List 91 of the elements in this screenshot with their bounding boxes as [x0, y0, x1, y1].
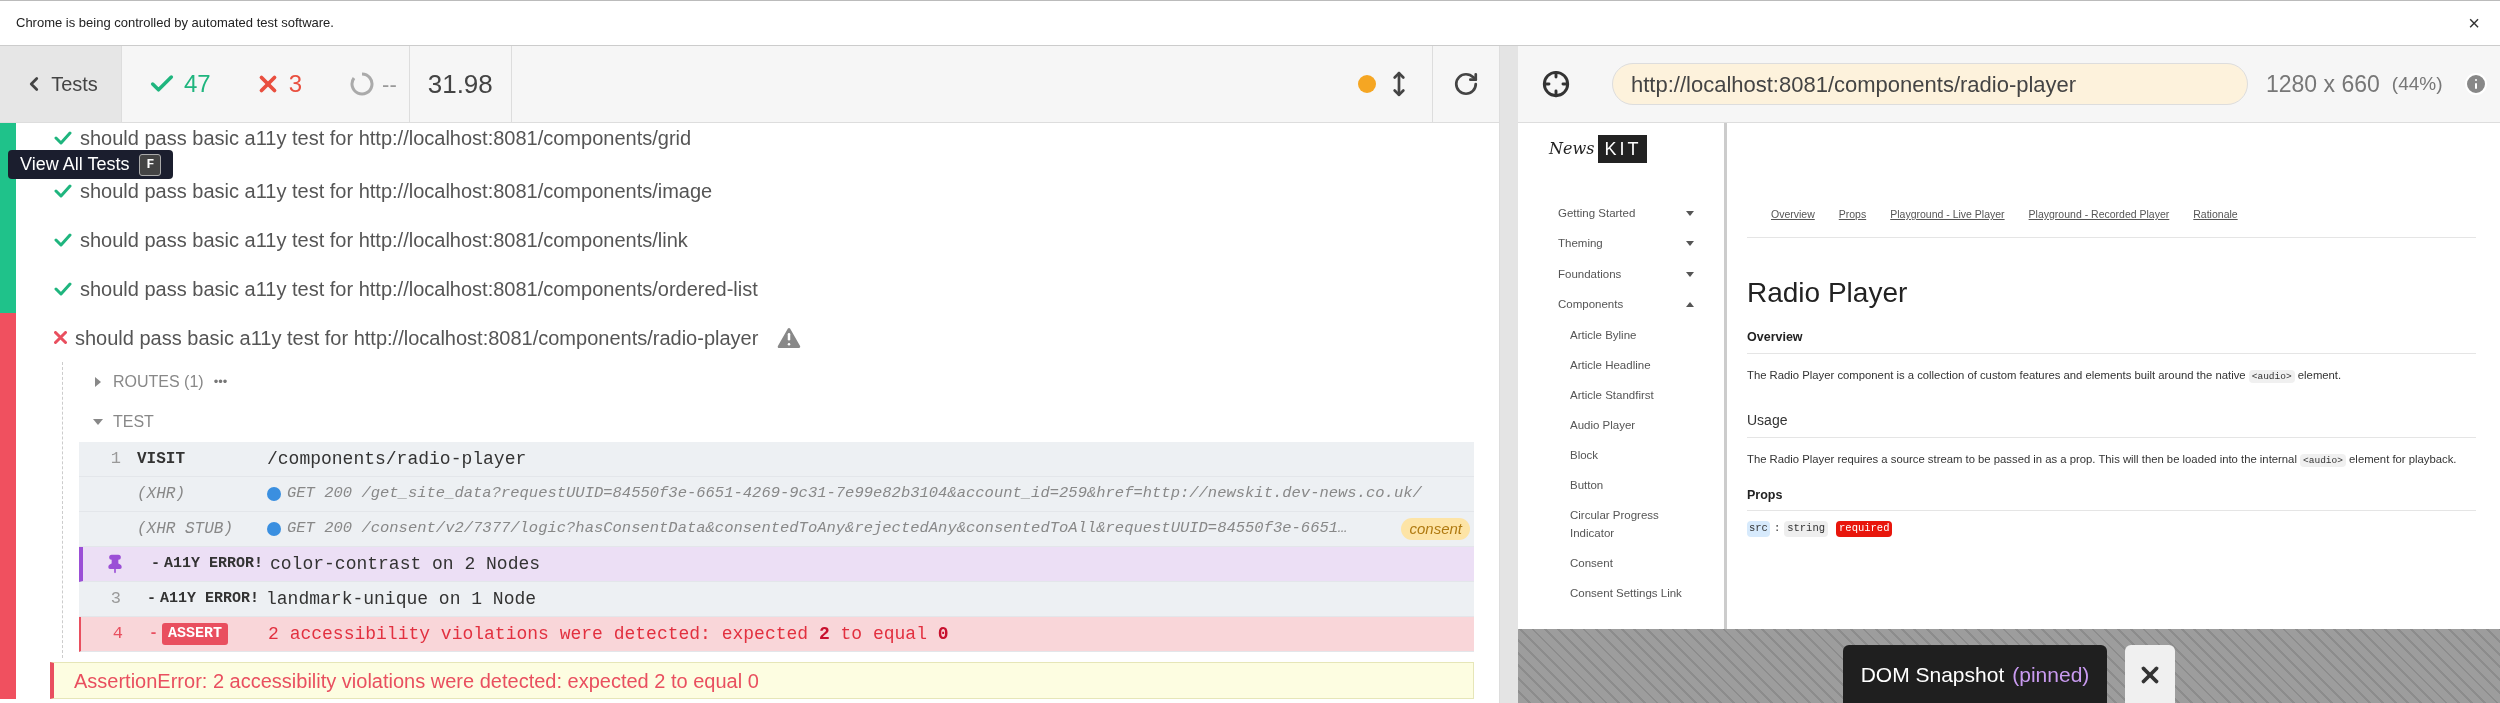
command-row[interactable]: 3 - A11Y ERROR! landmark-unique on 1 Node — [79, 582, 1474, 617]
command-message: GET 200 /consent/v2/7377/logic?hasConsentData&consentedToAny&rejectedAny&consentedToAll&requestUUID=84550f3e-6651… — [287, 518, 1348, 540]
passed-count: 47 — [184, 69, 211, 99]
close-button[interactable]: × — [2468, 8, 2480, 38]
caret-icon[interactable] — [1686, 210, 1694, 216]
nav-item[interactable]: Circular Progress Indicator — [1570, 506, 1704, 542]
nav-item[interactable]: Button — [1570, 476, 1704, 494]
close-button[interactable] — [2125, 645, 2176, 703]
command-message: GET 200 /get_site_data?requestUUID=84550f3e-6651-4269-9c31-7e99e82b3104&account_id=259&href=http://newskit.dev-news.co.uk/ — [287, 483, 1422, 505]
nav-item[interactable]: Article Standfirst — [1570, 386, 1704, 404]
failed-count: 3 — [288, 69, 303, 99]
expand-caret-icon[interactable] — [93, 417, 103, 427]
passed-icon — [54, 130, 72, 145]
viewport-scale: (44%) — [2391, 71, 2443, 96]
logo: News KIT — [1549, 135, 1724, 163]
command-prefix: - — [151, 553, 160, 574]
command-name: (XHR) — [137, 484, 186, 505]
pending-count: -- — [382, 70, 398, 99]
passed-icon — [54, 183, 72, 198]
passed-icon — [54, 232, 72, 247]
command-row[interactable]: 4 - ASSERT 2 accessibility violations were detected: expected 2 to equal 0 — [79, 617, 1474, 652]
line-number: 3 — [110, 588, 121, 611]
command-row[interactable]: - A11Y ERROR! color-contrast on 2 Nodes — [79, 547, 1474, 582]
command-message: 2 accessibility violations were detected: expected 2 to equal 0 — [268, 622, 949, 646]
pin-icon — [105, 554, 125, 574]
nav-item[interactable]: Components — [1558, 296, 1686, 314]
snapshot-label: DOM Snapshot (pinned) — [1842, 645, 2108, 703]
nav-item[interactable]: Audio Player — [1570, 416, 1704, 434]
page-tab-link[interactable]: Playground - Recorded Player — [2028, 207, 2170, 223]
prop-separator: : — [1773, 521, 1781, 537]
prop-type: string — [1784, 521, 1829, 537]
command-prefix: - — [147, 588, 156, 609]
paragraph: The Radio Player component is a collection of custom features and elements built around the native <audio> element. — [1747, 367, 2343, 385]
page-tab-link[interactable]: Rationale — [2193, 207, 2238, 223]
command-row[interactable]: 1 VISIT /components/radio-player — [79, 442, 1474, 477]
test-title[interactable]: should pass basic a11y test for http://localhost:8081/components/image — [80, 175, 713, 206]
command-name: (XHR STUB) — [137, 519, 234, 540]
banner-text: Chrome is being controlled by automated test software. — [16, 14, 335, 33]
command-name: A11Y ERROR! — [160, 588, 261, 609]
error-message: AssertionError: 2 accessibility violations were detected: expected 2 to equal 0 — [50, 662, 1474, 699]
command-message: color-contrast on 2 Nodes — [270, 552, 541, 576]
test-title[interactable]: should pass basic a11y test for http://localhost:8081/components/grid — [80, 123, 692, 153]
section-toggle[interactable]: TEST — [113, 410, 154, 434]
nav-item[interactable]: Block — [1570, 446, 1704, 464]
failed-icon — [54, 331, 67, 344]
alias-badge: consent — [1401, 517, 1470, 541]
more-icon[interactable]: ••• — [213, 372, 228, 392]
nav-item[interactable]: Article Headline — [1570, 356, 1704, 374]
page-tab-link[interactable]: Playground - Live Player — [1890, 207, 2005, 223]
url-field[interactable]: http://localhost:8081/components/radio-player — [1612, 63, 2248, 105]
section-heading: Overview — [1747, 327, 2476, 354]
command-message: /components/radio-player — [267, 447, 527, 471]
line-number: 1 — [110, 448, 121, 471]
section-heading: Props — [1747, 485, 2476, 512]
shortcut-key: F — [139, 153, 162, 176]
command-name: VISIT — [137, 449, 186, 470]
caret-icon[interactable] — [1686, 302, 1694, 308]
page-tab-link[interactable]: Overview — [1771, 207, 1815, 223]
page-title: Radio Player — [1747, 275, 1909, 310]
nav-item[interactable]: Consent — [1570, 554, 1704, 572]
page-tab-link[interactable]: Props — [1838, 207, 1867, 223]
prop-name: src — [1747, 521, 1770, 537]
command-prefix: - — [149, 623, 158, 644]
nav-item[interactable]: Article Byline — [1570, 326, 1704, 344]
caret-icon[interactable] — [1686, 241, 1694, 247]
selector-icon[interactable] — [1542, 70, 1570, 98]
pending-icon — [350, 72, 375, 96]
required-badge: required — [1836, 521, 1893, 537]
test-title[interactable]: should pass basic a11y test for http://localhost:8081/components/ordered-list — [80, 273, 758, 304]
test-title[interactable]: should pass basic a11y test for http://localhost:8081/components/radio-player — [75, 322, 759, 353]
test-title[interactable]: should pass basic a11y test for http://localhost:8081/components/link — [80, 224, 688, 255]
back-button[interactable]: Tests — [0, 46, 122, 122]
expand-caret-icon[interactable] — [93, 377, 103, 387]
paragraph: The Radio Player requires a source stream to be passed in as a prop. This will then be loaded into the internal <audio> element for playback. — [1747, 451, 2458, 469]
section-toggle[interactable]: ROUTES (1) — [113, 370, 204, 394]
nav-item[interactable]: Getting Started — [1558, 204, 1686, 222]
command-name: A11Y ERROR! — [164, 553, 265, 574]
reload-icon[interactable] — [1453, 71, 1479, 97]
line-number: 4 — [112, 623, 123, 646]
info-icon[interactable] — [2464, 72, 2488, 96]
section-heading: Usage — [1747, 409, 2476, 438]
assert-badge: ASSERT — [162, 622, 229, 646]
nav-item[interactable]: Foundations — [1558, 265, 1686, 283]
nav-item[interactable]: Consent Settings Link — [1570, 584, 1704, 602]
command-message: landmark-unique on 1 Node — [266, 587, 537, 611]
viewport-size: 1280 x 660 — [2266, 69, 2380, 99]
tooltip-text: View All Tests — [20, 153, 130, 176]
duration: 31.98 — [426, 67, 494, 101]
passed-icon — [54, 281, 72, 296]
nav-item[interactable]: Theming — [1558, 235, 1686, 253]
caret-icon[interactable] — [1686, 271, 1694, 277]
